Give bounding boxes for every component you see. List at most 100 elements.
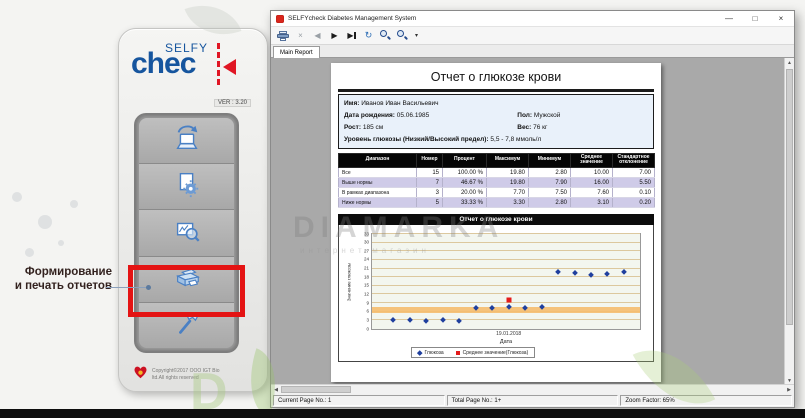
- statusbar: Current Page No.: 1 Total Page No.: 1+ Z…: [271, 394, 794, 407]
- chart-legend: Глюкоза Среднее значение(Глюкоза): [411, 347, 535, 358]
- value-cell: 19.80: [487, 178, 529, 188]
- view-data-icon: [172, 216, 202, 251]
- vertical-scrollbar[interactable]: ▲ ▼: [784, 58, 794, 386]
- close-button[interactable]: ×: [768, 11, 794, 26]
- version-label: VER : 3.20: [214, 99, 251, 107]
- plot-area: 03691215182124273033 Значение глюкозы 19…: [371, 233, 641, 330]
- gridline: [372, 242, 640, 243]
- copyright-row: Copyright©2017 OOO IGT Bio ltd.All right…: [133, 365, 220, 384]
- average-marker-icon: [456, 351, 460, 355]
- callout-label: Формирование и печать отчетов: [0, 265, 112, 294]
- glucose-point: [407, 318, 412, 323]
- value-cell: 0.20: [613, 198, 655, 208]
- refresh-button[interactable]: ↻: [363, 29, 374, 42]
- value-cell: 15: [417, 168, 443, 178]
- gridline: [372, 276, 640, 277]
- chart-title: Отчет о глюкозе крови: [338, 214, 654, 225]
- range-cell: Все: [339, 168, 417, 178]
- glucose-range-row: Уровень глюкозы (Низкий/Высокий предел):…: [344, 134, 648, 146]
- prev-page-button[interactable]: ◀: [312, 29, 323, 42]
- gridline: [372, 285, 640, 286]
- value-cell: 7: [417, 178, 443, 188]
- report-title: Отчет о глюкозе крови: [331, 70, 661, 84]
- last-page-bar: [354, 32, 356, 39]
- value-cell: 2.80: [529, 198, 571, 208]
- report-toolbar: × ◀ ▶ ▶ ↻ ▾: [271, 27, 794, 45]
- screenshot-stage: SELFY chec VER : 3.20: [0, 0, 805, 418]
- y-tick-label: 30: [364, 240, 369, 245]
- y-tick-label: 21: [364, 266, 369, 271]
- header-mean: Среднее значение: [571, 153, 613, 168]
- print-button[interactable]: [277, 29, 289, 42]
- horizontal-scrollbar[interactable]: ◀ ▶: [271, 384, 794, 394]
- patient-birth-sex-row: Дата рождения: 05.06.1985 Пол: Мужской: [344, 110, 648, 122]
- stats-header-row: Диапазон Номер Процент Максимум Минимум …: [339, 153, 655, 168]
- selfycheck-launcher-panel: SELFY chec VER : 3.20: [118, 28, 268, 392]
- glucose-chart: Отчет о глюкозе крови 036912151821242730…: [338, 214, 654, 362]
- minimize-button[interactable]: —: [716, 11, 742, 26]
- tools-icon: [172, 308, 202, 343]
- legend-item-average: Среднее значение(Глюкоза): [456, 350, 529, 356]
- menu-button-tools[interactable]: [139, 303, 234, 348]
- next-page-button[interactable]: ▶: [329, 29, 340, 42]
- header-count: Номер: [417, 153, 443, 168]
- legend-item-glucose: Глюкоза: [418, 350, 444, 356]
- report-page: Отчет о глюкозе крови Имя: Иванов Иван В…: [331, 63, 661, 382]
- patient-height-weight-row: Рост: 185 см Вес: 76 кг: [344, 122, 648, 134]
- zoom-dropdown-arrow[interactable]: ▾: [411, 29, 422, 42]
- y-tick-label: 15: [364, 284, 369, 289]
- range-cell: В рамках диапазона: [339, 188, 417, 198]
- scroll-right-arrow[interactable]: ▶: [784, 385, 794, 394]
- menu-button-print-reports[interactable]: [139, 257, 234, 303]
- report-settings-icon: [172, 169, 202, 204]
- title-rule: [338, 89, 654, 92]
- y-tick-label: 3: [366, 318, 369, 323]
- scroll-left-arrow[interactable]: ◀: [271, 385, 281, 394]
- gridline: [372, 250, 640, 251]
- range-cell: Ниже нормы: [339, 198, 417, 208]
- scroll-up-arrow[interactable]: ▲: [785, 58, 794, 68]
- import-data-icon: [172, 123, 202, 158]
- window-title: SELFYcheck Diabetes Management System: [288, 15, 716, 22]
- report-tabbar: Main Report: [271, 45, 794, 58]
- header-percent: Процент: [443, 153, 487, 168]
- status-current-page: Current Page No.: 1: [273, 395, 445, 406]
- horizontal-scroll-thumb[interactable]: [281, 386, 351, 393]
- stats-table: Диапазон Номер Процент Максимум Минимум …: [338, 153, 655, 209]
- y-tick-label: 9: [366, 301, 369, 306]
- glucose-point: [440, 318, 445, 323]
- chart-frame: 03691215182124273033 Значение глюкозы 19…: [338, 225, 654, 362]
- y-tick-label: 27: [364, 249, 369, 254]
- callout-connector-dot: [146, 285, 151, 290]
- maximize-button[interactable]: □: [742, 11, 768, 26]
- callout-connector-line: [106, 287, 148, 288]
- zoom-button[interactable]: [397, 29, 408, 42]
- gridline: [372, 259, 640, 260]
- y-tick-label: 24: [364, 258, 369, 263]
- glucose-point: [556, 269, 561, 274]
- y-tick-label: 0: [366, 327, 369, 332]
- average-point: [506, 298, 511, 303]
- tab-main-report[interactable]: Main Report: [273, 46, 320, 58]
- last-page-button[interactable]: ▶: [346, 29, 357, 42]
- header-range: Диапазон: [339, 153, 417, 168]
- vertical-scroll-thumb[interactable]: [786, 69, 793, 325]
- menu-button-report-settings[interactable]: [139, 164, 234, 210]
- value-cell: 3.30: [487, 198, 529, 208]
- value-cell: 3.10: [571, 198, 613, 208]
- main-menu: [134, 113, 239, 353]
- value-cell: 5.50: [613, 178, 655, 188]
- menu-button-import-data[interactable]: [139, 118, 234, 164]
- stop-button[interactable]: ×: [295, 29, 306, 42]
- header-max: Максимум: [487, 153, 529, 168]
- menu-button-view-data[interactable]: [139, 210, 234, 256]
- status-zoom-factor: Zoom Factor: 65%: [620, 395, 792, 406]
- search-button[interactable]: [380, 29, 391, 42]
- print-reports-icon: [172, 262, 202, 297]
- x-axis-label: Дата: [500, 339, 512, 345]
- y-tick-label: 18: [364, 275, 369, 280]
- y-tick-label: 6: [366, 309, 369, 314]
- logo-chec-text: chec: [131, 47, 195, 81]
- copyright-text: Copyright©2017 OOO IGT Bio ltd.All right…: [152, 368, 220, 381]
- table-row: В рамках диапазона320.00 %7.707.507.600.…: [339, 188, 655, 198]
